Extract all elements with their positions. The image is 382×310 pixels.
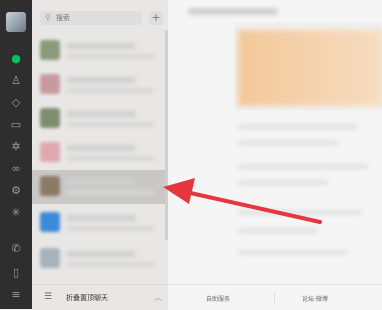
annotation-arrow [163,178,322,224]
app-window: ● ♙ ◇ ▭ ✲ ∞ ⚙ ✳ ✆ ▯ ≡ ⚲ + [0,0,382,310]
